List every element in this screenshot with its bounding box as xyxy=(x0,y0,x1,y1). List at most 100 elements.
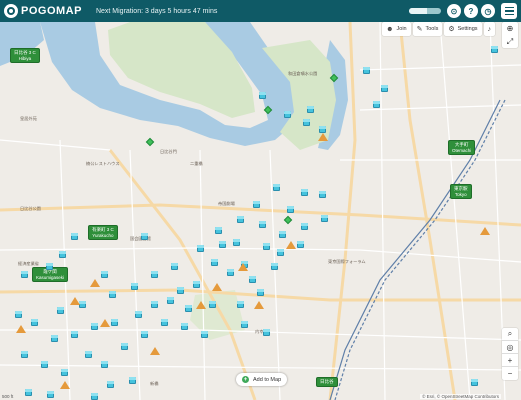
pokestop-icon[interactable] xyxy=(208,300,217,309)
search-icon[interactable]: ⌕ xyxy=(502,328,518,341)
pokestop-icon[interactable] xyxy=(306,105,315,114)
pokestop-icon[interactable] xyxy=(128,376,137,385)
pokestop-icon[interactable] xyxy=(46,390,55,399)
station-label[interactable]: 有楽町 3 C Yurakucho xyxy=(88,225,118,241)
gem-icon[interactable] xyxy=(263,105,273,115)
pokestop-icon[interactable] xyxy=(150,300,159,309)
gym-icon[interactable] xyxy=(480,226,490,236)
pokestop-icon[interactable] xyxy=(58,250,67,259)
pokestop-icon[interactable] xyxy=(296,240,305,249)
recenter-icon[interactable]: ⊕ xyxy=(502,22,518,35)
gym-icon[interactable] xyxy=(254,300,264,310)
gem-icon[interactable] xyxy=(283,215,293,225)
join-button[interactable]: ☻ Join xyxy=(382,22,411,36)
pokestop-icon[interactable] xyxy=(56,306,65,315)
pokestop-icon[interactable] xyxy=(140,232,149,241)
station-label[interactable]: 東京駅 Tokyo xyxy=(450,184,472,200)
pokestop-icon[interactable] xyxy=(180,322,189,331)
pokestop-icon[interactable] xyxy=(100,360,109,369)
pokestop-icon[interactable] xyxy=(286,205,295,214)
info-icon[interactable]: ? xyxy=(464,4,478,18)
pokestop-icon[interactable] xyxy=(214,226,223,235)
location-icon[interactable]: ⊙ xyxy=(447,4,461,18)
pokestop-icon[interactable] xyxy=(318,190,327,199)
pokestop-icon[interactable] xyxy=(262,242,271,251)
gym-icon[interactable] xyxy=(90,278,100,288)
gem-icon[interactable] xyxy=(329,73,339,83)
pokestop-icon[interactable] xyxy=(256,288,265,297)
gym-icon[interactable] xyxy=(100,318,110,328)
pokestop-icon[interactable] xyxy=(226,268,235,277)
pokestop-icon[interactable] xyxy=(14,310,23,319)
pokestop-icon[interactable] xyxy=(252,200,261,209)
pokestop-icon[interactable] xyxy=(232,238,241,247)
pokestop-icon[interactable] xyxy=(200,330,209,339)
pokestop-icon[interactable] xyxy=(236,215,245,224)
pokestop-icon[interactable] xyxy=(490,45,499,54)
pokestop-icon[interactable] xyxy=(184,304,193,313)
pokestop-icon[interactable] xyxy=(134,310,143,319)
pokestop-icon[interactable] xyxy=(272,183,281,192)
pokestop-icon[interactable] xyxy=(108,290,117,299)
gym-icon[interactable] xyxy=(238,262,248,272)
pokestop-icon[interactable] xyxy=(240,320,249,329)
pokestop-icon[interactable] xyxy=(24,388,33,397)
pokestop-icon[interactable] xyxy=(248,275,257,284)
pokestop-icon[interactable] xyxy=(278,230,287,239)
pokestop-icon[interactable] xyxy=(150,270,159,279)
history-icon[interactable]: ◷ xyxy=(481,4,495,18)
pokestop-icon[interactable] xyxy=(320,214,329,223)
pokestop-icon[interactable] xyxy=(258,220,267,229)
gym-icon[interactable] xyxy=(318,132,328,142)
station-label[interactable]: 日比谷 3 C Hibiya xyxy=(10,48,40,64)
zoom-in-button[interactable]: + xyxy=(502,354,518,367)
pokestop-icon[interactable] xyxy=(166,296,175,305)
gym-icon[interactable] xyxy=(150,346,160,356)
pokestop-icon[interactable] xyxy=(210,258,219,267)
logo[interactable]: POGOMAP xyxy=(0,0,82,22)
pokestop-icon[interactable] xyxy=(130,282,139,291)
pokestop-icon[interactable] xyxy=(70,232,79,241)
pokestop-icon[interactable] xyxy=(300,188,309,197)
add-to-map-button[interactable]: + Add to Map xyxy=(236,373,288,386)
pokestop-icon[interactable] xyxy=(90,392,99,400)
pokestop-icon[interactable] xyxy=(380,84,389,93)
pokestop-icon[interactable] xyxy=(20,350,29,359)
zoom-out-button[interactable]: − xyxy=(502,367,518,380)
pokestop-icon[interactable] xyxy=(283,110,292,119)
gem-icon[interactable] xyxy=(145,137,155,147)
pokestop-icon[interactable] xyxy=(50,334,59,343)
pokestop-icon[interactable] xyxy=(45,262,54,271)
gym-icon[interactable] xyxy=(286,240,296,250)
pokestop-icon[interactable] xyxy=(140,330,149,339)
pokestop-icon[interactable] xyxy=(30,318,39,327)
locate-icon[interactable]: ◎ xyxy=(502,341,518,354)
pokestop-icon[interactable] xyxy=(100,270,109,279)
pokestop-icon[interactable] xyxy=(20,270,29,279)
pokestop-icon[interactable] xyxy=(236,300,245,309)
pokestop-icon[interactable] xyxy=(300,222,309,231)
pokestop-icon[interactable] xyxy=(262,328,271,337)
pokestop-icon[interactable] xyxy=(110,318,119,327)
fullscreen-icon[interactable]: ⤢ xyxy=(502,35,518,48)
pokestop-icon[interactable] xyxy=(120,342,129,351)
pokestop-icon[interactable] xyxy=(258,91,267,100)
pokestop-icon[interactable] xyxy=(160,318,169,327)
pokestop-icon[interactable] xyxy=(40,360,49,369)
gym-icon[interactable] xyxy=(70,296,80,306)
pokestop-icon[interactable] xyxy=(170,262,179,271)
hamburger-menu-icon[interactable] xyxy=(501,3,517,19)
station-label[interactable]: 大手町 Otemachi xyxy=(448,140,476,156)
notifications-button[interactable]: ♪ xyxy=(483,22,495,36)
pokestop-icon[interactable] xyxy=(218,240,227,249)
pokestop-icon[interactable] xyxy=(90,322,99,331)
gym-icon[interactable] xyxy=(212,282,222,292)
gym-icon[interactable] xyxy=(16,324,26,334)
pokestop-icon[interactable] xyxy=(84,350,93,359)
station-label[interactable]: 日比谷 xyxy=(316,377,338,387)
pokestop-icon[interactable] xyxy=(196,244,205,253)
pokestop-icon[interactable] xyxy=(362,66,371,75)
pokestop-icon[interactable] xyxy=(372,100,381,109)
tools-button[interactable]: ✎ Tools xyxy=(412,22,443,36)
pokestop-icon[interactable] xyxy=(302,118,311,127)
